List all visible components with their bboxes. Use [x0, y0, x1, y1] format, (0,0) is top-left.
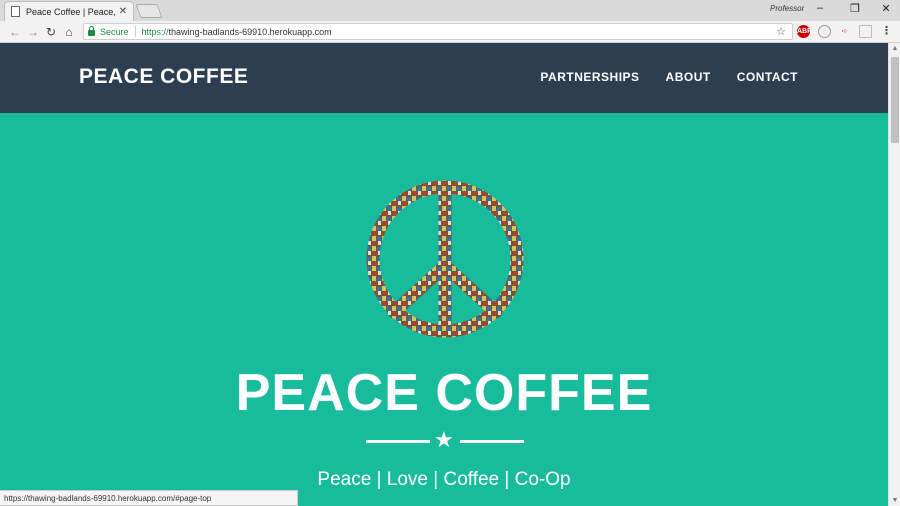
browser-tab-strip: Peace Coffee | Peace, Lov ✕ Professor – … — [0, 0, 900, 21]
bookmark-star-icon[interactable]: ☆ — [776, 25, 786, 38]
nav-links: PARTNERSHIPS ABOUT CONTACT — [540, 70, 798, 84]
star-divider: ★ — [366, 427, 524, 452]
security-label: Secure — [100, 26, 129, 37]
hero-section: PEACE COFFEE ★ Peace | Love | Coffee | C… — [0, 113, 888, 506]
profile-label[interactable]: Professor — [770, 4, 804, 13]
brand-link[interactable]: PEACE COFFEE — [79, 65, 248, 89]
nav-link-about[interactable]: ABOUT — [666, 70, 711, 84]
divider-line-left — [366, 440, 430, 443]
restore-icon[interactable]: ❐ — [845, 2, 865, 15]
hero-tagline: Peace | Love | Coffee | Co-Op — [317, 469, 571, 490]
url-scheme: https:// — [141, 26, 169, 37]
close-window-icon[interactable]: ✕ — [876, 2, 896, 15]
scroll-up-icon[interactable]: ▲ — [891, 45, 899, 52]
page-scrollbar[interactable]: ▲ ▼ — [888, 43, 900, 506]
close-tab-icon[interactable]: ✕ — [119, 6, 127, 17]
reload-icon[interactable]: ↻ — [44, 24, 58, 40]
minimize-icon[interactable]: – — [810, 2, 830, 14]
scroll-down-icon[interactable]: ▼ — [891, 497, 899, 504]
page-icon — [11, 6, 20, 17]
url-text: thawing-badlands-69910.herokuapp.com — [168, 26, 332, 37]
browser-toolbar: ← → ↻ ⌂ Secure https:// thawing-badlands… — [0, 21, 900, 43]
hero-title: PEACE COFFEE — [235, 364, 653, 422]
adblock-icon[interactable]: ABP — [797, 25, 812, 38]
divider-line-right — [460, 440, 524, 443]
nav-link-partnerships[interactable]: PARTNERSHIPS — [540, 70, 639, 84]
web-page: PEACE COFFEE PARTNERSHIPS ABOUT CONTACT — [0, 43, 888, 506]
address-bar[interactable]: Secure https:// thawing-badlands-69910.h… — [83, 23, 793, 40]
back-icon[interactable]: ← — [8, 24, 22, 40]
star-icon: ★ — [434, 427, 454, 452]
site-navbar: PEACE COFFEE PARTNERSHIPS ABOUT CONTACT — [0, 43, 888, 113]
browser-tab[interactable]: Peace Coffee | Peace, Lov ✕ — [4, 1, 134, 21]
extension-box-icon[interactable] — [859, 25, 872, 38]
menu-icon[interactable]: ⋮ — [880, 25, 893, 38]
home-icon[interactable]: ⌂ — [62, 24, 76, 40]
tab-title: Peace Coffee | Peace, Lov — [26, 6, 116, 17]
omnibox-divider — [134, 26, 136, 37]
lock-icon — [88, 25, 95, 36]
peace-sign-image — [362, 176, 528, 342]
status-bar: https://thawing-badlands-69910.herokuapp… — [0, 490, 298, 506]
scroll-thumb[interactable] — [891, 57, 899, 143]
nav-link-contact[interactable]: CONTACT — [737, 70, 798, 84]
new-tab-button[interactable] — [135, 4, 163, 18]
extension-icon[interactable]: ◌ — [818, 25, 831, 38]
forward-icon[interactable]: → — [26, 24, 40, 40]
extension-arrow-icon[interactable]: ➪ — [838, 25, 851, 38]
